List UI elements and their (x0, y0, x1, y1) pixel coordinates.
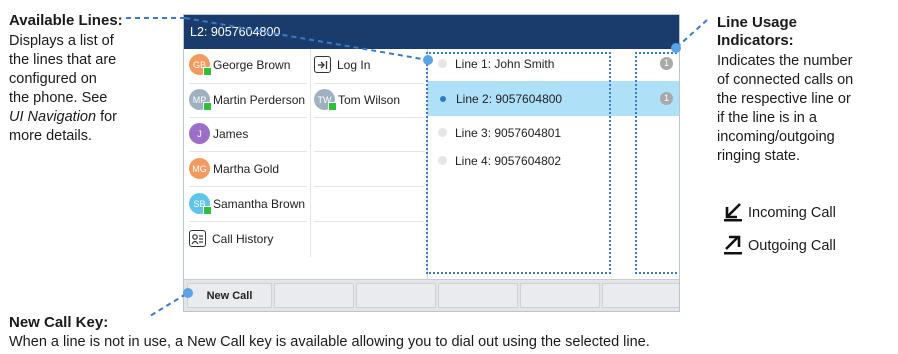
connector-dot (671, 43, 681, 53)
callout-connectors (126, 17, 708, 317)
connector-dot (423, 55, 433, 65)
connector-dot (183, 288, 193, 298)
connector-line (149, 293, 187, 317)
connector-line (675, 19, 708, 49)
connector-line (184, 17, 429, 61)
